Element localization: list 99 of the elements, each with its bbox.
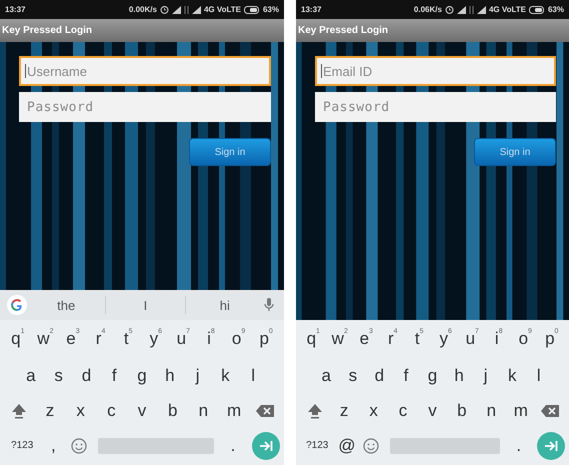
- keyboard-key[interactable]: d: [72, 360, 100, 390]
- emoji-icon: [363, 438, 380, 454]
- app-title: Key Pressed Login: [2, 25, 92, 36]
- keyboard-key[interactable]: w$^{2}$: [326, 324, 353, 354]
- keyboard-key[interactable]: i$^{8}$: [197, 324, 225, 354]
- next-key[interactable]: [537, 432, 565, 460]
- symbols-key[interactable]: ?123: [300, 430, 334, 460]
- backspace-icon: [540, 404, 560, 418]
- keyboard-key[interactable]: t$^{5}$: [406, 324, 432, 354]
- keyboard-key[interactable]: l: [239, 360, 268, 390]
- keyboard-key[interactable]: u$^{7}$: [170, 324, 198, 354]
- keyboard-key[interactable]: q$^{1}$: [300, 324, 326, 354]
- keyboard-key[interactable]: g: [128, 360, 156, 390]
- keyboard-key[interactable]: a: [17, 360, 45, 390]
- keyboard-key[interactable]: r$^{4}$: [86, 324, 114, 354]
- input-field[interactable]: Password: [19, 92, 271, 122]
- keyboard-key[interactable]: f: [100, 360, 128, 390]
- battery-icon: [244, 6, 260, 14]
- keyboard-key[interactable]: b: [447, 396, 477, 426]
- keyboard-key[interactable]: p$^{0}$: [538, 324, 565, 354]
- data-speed: 0.00K/s: [128, 5, 157, 14]
- network-label: 4G VoLTE: [488, 5, 526, 14]
- suggestion-word[interactable]: the: [27, 298, 106, 312]
- signal-icon: [172, 6, 181, 14]
- keyboard-key[interactable]: e$^{3}$: [59, 324, 87, 354]
- suggestion-word[interactable]: hi: [186, 298, 264, 312]
- battery-percent: 63%: [548, 5, 564, 14]
- alarm-icon: [444, 5, 454, 14]
- keyboard-key[interactable]: k: [211, 360, 240, 390]
- google-g-icon[interactable]: [7, 295, 27, 315]
- keyboard-key[interactable]: k: [498, 360, 526, 390]
- keyboard-key[interactable]: w$^{2}$: [32, 324, 60, 354]
- keyboard-key[interactable]: f: [392, 360, 420, 390]
- keyboard-key[interactable]: o$^{9}$: [512, 324, 538, 354]
- keyboard-key[interactable]: .: [506, 430, 531, 460]
- keyboard-key[interactable]: n: [188, 396, 219, 426]
- keyboard-key[interactable]: u$^{7}$: [459, 324, 486, 354]
- input-field[interactable]: Email ID: [315, 56, 556, 86]
- keyboard-key[interactable]: n: [476, 396, 506, 426]
- next-arrow-icon: [259, 440, 273, 452]
- keyboard-key[interactable]: y$^{6}$: [142, 324, 170, 354]
- symbols-key[interactable]: ?123: [4, 430, 40, 460]
- input-field[interactable]: Password: [315, 92, 556, 122]
- status-time: 13:37: [301, 5, 322, 14]
- keyboard-key[interactable]: m: [506, 396, 536, 426]
- keyboard-key[interactable]: d: [366, 360, 393, 390]
- keyboard-key[interactable]: z: [329, 396, 359, 426]
- app-title: Key Pressed Login: [298, 25, 388, 36]
- backspace-icon: [254, 404, 275, 418]
- input-field[interactable]: Username: [19, 56, 271, 86]
- shift-icon: [11, 402, 28, 418]
- keyboard-key[interactable]: r$^{4}$: [380, 324, 406, 354]
- keyboard-key[interactable]: h: [156, 360, 184, 390]
- keyboard-key[interactable]: m: [218, 396, 250, 426]
- keyboard-key[interactable]: g: [419, 360, 446, 390]
- battery-icon: [528, 6, 545, 14]
- keyboard-key[interactable]: .: [220, 430, 246, 460]
- keyboard-key[interactable]: p$^{0}$: [252, 324, 280, 354]
- keyboard-key[interactable]: i$^{8}$: [486, 324, 512, 354]
- suggestion-word[interactable]: I: [106, 298, 185, 312]
- data-arrows-icon: [468, 6, 474, 14]
- next-key[interactable]: [252, 432, 280, 460]
- keyboard-key[interactable]: a: [313, 360, 340, 390]
- next-arrow-icon: [544, 440, 558, 452]
- keyboard-key[interactable]: j: [472, 360, 499, 390]
- keyboard-key[interactable]: l: [526, 360, 552, 390]
- keyboard-key[interactable]: c: [96, 396, 127, 426]
- keyboard-key[interactable]: v: [418, 396, 448, 426]
- keyboard-key[interactable]: v: [126, 396, 158, 426]
- data-speed: 0.06K/s: [414, 5, 442, 14]
- battery-percent: 63%: [262, 5, 279, 14]
- keyboard-key[interactable]: t$^{5}$: [114, 324, 142, 354]
- keyboard-key[interactable]: x: [358, 396, 388, 426]
- text-cursor: [25, 64, 26, 78]
- signal-icon: [476, 6, 486, 14]
- keyboard-key[interactable]: z: [34, 396, 66, 426]
- keyboard-key[interactable]: b: [157, 396, 188, 426]
- data-arrows-icon: [184, 6, 189, 14]
- signal-icon: [192, 6, 201, 14]
- signal-icon: [456, 6, 466, 14]
- keyboard-key[interactable]: h: [446, 360, 472, 390]
- keyboard-key[interactable]: e$^{3}$: [353, 324, 380, 354]
- keyboard-key[interactable]: y$^{6}$: [432, 324, 459, 354]
- microphone-icon[interactable]: [264, 298, 274, 312]
- keyboard-key[interactable]: @: [334, 430, 360, 460]
- keyboard-key[interactable]: j: [184, 360, 212, 390]
- keyboard-key[interactable]: o$^{9}$: [224, 324, 252, 354]
- text-cursor: [321, 64, 322, 78]
- emoji-icon: [71, 438, 88, 454]
- keyboard-key[interactable]: s: [340, 360, 366, 390]
- keyboard-key[interactable]: q$^{1}$: [4, 324, 32, 354]
- keyboard-key[interactable]: ,: [40, 430, 66, 460]
- shift-icon: [306, 402, 323, 418]
- alarm-icon: [160, 5, 169, 14]
- status-time: 13:37: [5, 5, 26, 14]
- network-label: 4G VoLTE: [204, 5, 241, 14]
- keyboard-key[interactable]: s: [44, 360, 73, 390]
- keyboard-key[interactable]: x: [65, 396, 96, 426]
- keyboard-key[interactable]: c: [388, 396, 418, 426]
